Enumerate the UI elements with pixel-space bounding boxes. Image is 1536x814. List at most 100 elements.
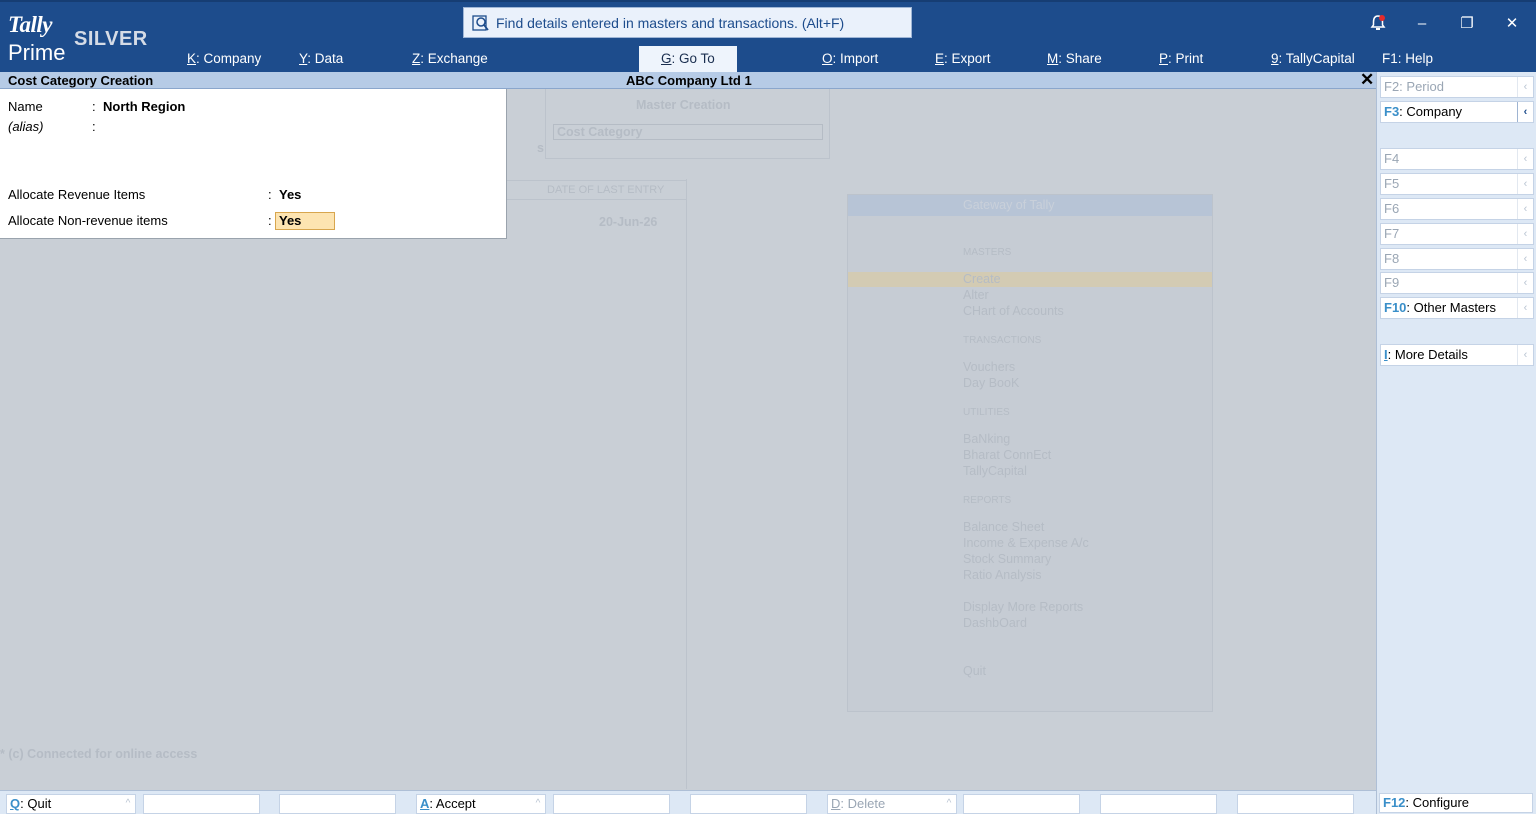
caret-up-icon: ^: [535, 798, 541, 809]
quit-button[interactable]: Q: Quit ^: [6, 794, 136, 814]
bg-s-text: s: [537, 141, 544, 155]
gw-transactions-header: TRANSACTIONS: [963, 335, 1042, 346]
notification-button[interactable]: [1366, 12, 1390, 34]
alloc-nonrevenue-colon: :: [268, 213, 272, 228]
global-search-bar[interactable]: Find details entered in masters and tran…: [463, 7, 912, 38]
menu-print[interactable]: P: Print: [1159, 47, 1203, 71]
f12-configure-button[interactable]: F12: Configure: [1379, 793, 1533, 813]
gw-chart: CHart of Accounts: [963, 304, 1064, 318]
gw-display-more: Display More Reports: [963, 600, 1084, 614]
menu-data[interactable]: Y: Data: [299, 47, 343, 71]
footer-button-6[interactable]: [690, 794, 807, 814]
top-header: Tally Prime SILVER Find details entered …: [0, 0, 1536, 72]
alias-colon: :: [92, 119, 96, 134]
menu-help[interactable]: F1: Help: [1382, 47, 1433, 71]
chevron-left-icon: ‹: [1517, 345, 1533, 365]
f10-other-masters-button[interactable]: F10: Other Masters ‹: [1380, 297, 1534, 319]
more-details-button[interactable]: I: More Details ‹: [1380, 344, 1534, 366]
footer-button-8[interactable]: [963, 794, 1080, 814]
search-icon: [472, 14, 489, 31]
restore-button[interactable]: ❐: [1455, 12, 1479, 34]
alloc-revenue-input[interactable]: Yes: [279, 187, 301, 202]
name-colon: :: [92, 99, 96, 114]
accept-button[interactable]: A: Accept ^: [416, 794, 546, 814]
gw-dashboard: DashbOard: [963, 616, 1027, 630]
footer-button-3[interactable]: [279, 794, 396, 814]
connection-status: * (c) Connected for online access: [0, 747, 198, 761]
logo-tally-text: Tally: [8, 12, 52, 37]
chevron-left-icon: ‹: [1517, 149, 1533, 169]
screen-title: Cost Category Creation: [8, 73, 154, 88]
close-screen-button[interactable]: ✕: [1360, 70, 1374, 90]
name-label: Name: [8, 99, 43, 114]
cost-category-form: Name : North Region (alias) : Allocate R…: [0, 89, 507, 239]
divider: [686, 179, 687, 789]
caret-up-icon: ^: [946, 798, 952, 809]
chevron-left-icon: ‹: [1517, 102, 1533, 122]
gateway-highlight: [848, 272, 1212, 287]
menu-go-to[interactable]: G: Go To: [639, 46, 737, 72]
gw-tallycapital: TallyCapital: [963, 464, 1027, 478]
close-window-button[interactable]: ✕: [1500, 12, 1524, 34]
f2-period-button[interactable]: F2: Period ‹: [1380, 76, 1534, 98]
chevron-left-icon: ‹: [1517, 249, 1533, 269]
gw-balance-sheet: Balance Sheet: [963, 520, 1045, 534]
bell-icon: [1370, 15, 1386, 30]
gw-alter: Alter: [963, 288, 989, 302]
f7-button[interactable]: F7 ‹: [1380, 223, 1534, 245]
master-creation-title: Master Creation: [636, 98, 731, 112]
search-placeholder: Find details entered in masters and tran…: [496, 14, 845, 31]
chevron-left-icon: ‹: [1517, 77, 1533, 97]
f5-button[interactable]: F5 ‹: [1380, 173, 1534, 195]
delete-button[interactable]: D: Delete ^: [827, 794, 957, 814]
main-menu: K: Company Y: Data Z: Exchange G: Go To …: [0, 44, 1536, 72]
alloc-revenue-colon: :: [268, 187, 272, 202]
f4-button[interactable]: F4 ‹: [1380, 148, 1534, 170]
footer-button-10[interactable]: [1237, 794, 1354, 814]
chevron-left-icon: ‹: [1517, 298, 1533, 318]
date-header: DATE OF LAST ENTRY: [547, 184, 665, 196]
f9-button[interactable]: F9 ‹: [1380, 272, 1534, 294]
gw-ratio-analysis: Ratio Analysis: [963, 568, 1042, 582]
gw-stock-summary: Stock Summary: [963, 552, 1052, 566]
f6-button[interactable]: F6 ‹: [1380, 198, 1534, 220]
cost-category-text: Cost Category: [557, 125, 643, 139]
f8-button[interactable]: F8 ‹: [1380, 248, 1534, 270]
menu-company[interactable]: K: Company: [187, 47, 261, 71]
company-name: ABC Company Ltd 1: [626, 73, 752, 88]
footer-button-9[interactable]: [1100, 794, 1217, 814]
gateway-of-tally-menu: Gateway of Tally MASTERS Create Alter CH…: [847, 194, 1213, 712]
gw-create: Create: [963, 272, 1001, 286]
footer-button-5[interactable]: [553, 794, 670, 814]
minimize-button[interactable]: –: [1410, 12, 1434, 34]
gw-vouchers: Vouchers: [963, 360, 1016, 374]
gw-reports-header: REPORTS: [963, 495, 1012, 506]
gw-masters-header: MASTERS: [963, 247, 1012, 258]
menu-exchange[interactable]: Z: Exchange: [412, 47, 488, 71]
screen-title-bar: Cost Category Creation ABC Company Ltd 1…: [0, 70, 1376, 90]
chevron-left-icon: ‹: [1517, 199, 1533, 219]
footer-button-2[interactable]: [143, 794, 260, 814]
name-input[interactable]: North Region: [103, 99, 185, 114]
gw-utilities-header: UTILITIES: [963, 407, 1010, 418]
caret-up-icon: ^: [125, 798, 131, 809]
menu-share[interactable]: M: Share: [1047, 47, 1102, 71]
alias-input[interactable]: [103, 119, 303, 135]
chevron-left-icon: ‹: [1517, 273, 1533, 293]
last-entry-date: 20-Jun-26: [599, 215, 658, 229]
gw-banking: BaNking: [963, 432, 1011, 446]
master-creation-box: Master Creation Cost Category: [545, 89, 830, 159]
chevron-left-icon: ‹: [1517, 174, 1533, 194]
gw-quit: Quit: [963, 664, 986, 678]
menu-import[interactable]: O: Import: [822, 47, 878, 71]
gateway-title: Gateway of Tally: [963, 198, 1055, 212]
f3-company-button[interactable]: F3: Company ‹: [1380, 101, 1534, 123]
gw-daybook: Day BooK: [963, 376, 1020, 390]
alias-label: (alias): [8, 119, 44, 134]
alloc-nonrevenue-input[interactable]: Yes: [275, 212, 335, 230]
menu-export[interactable]: E: Export: [935, 47, 991, 71]
menu-tallycapital[interactable]: 9: TallyCapital: [1271, 47, 1355, 71]
alloc-revenue-label: Allocate Revenue Items: [8, 187, 146, 202]
cost-category-field: Cost Category: [553, 124, 823, 140]
tallyprime-window: Tally Prime SILVER Find details entered …: [0, 0, 1536, 814]
